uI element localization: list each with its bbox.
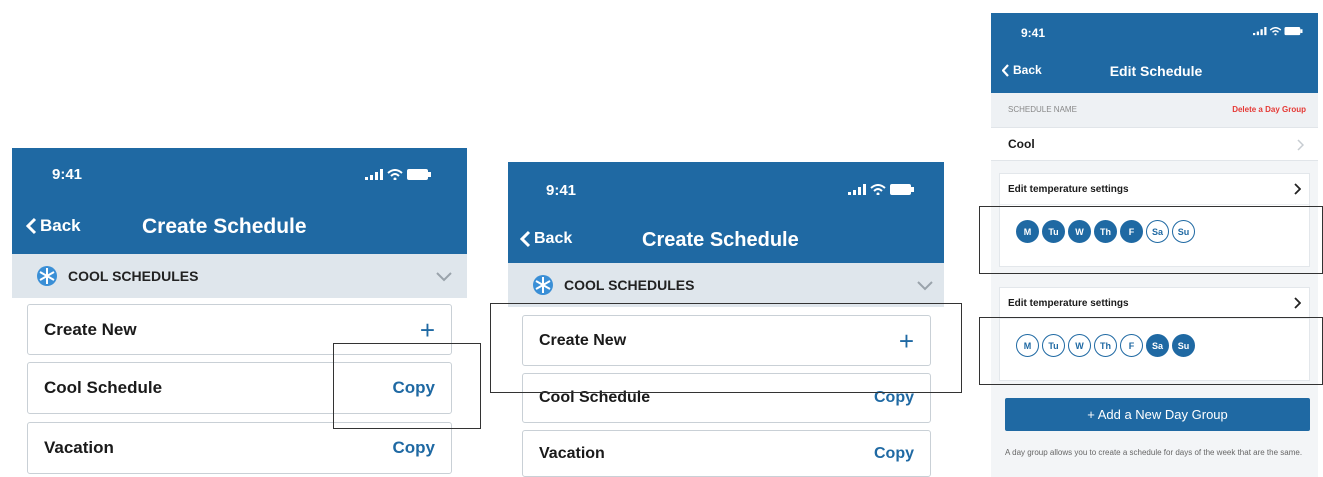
battery-icon [890, 184, 914, 195]
wifi-icon [387, 169, 403, 180]
item-label: Cool Schedule [44, 378, 163, 397]
schedule-name-value: Cool [1008, 137, 1035, 151]
highlight-weekend-group [979, 317, 1323, 385]
back-button[interactable]: Back [1002, 63, 1042, 77]
page-title: Edit Schedule [1109, 63, 1203, 79]
chevron-right-icon [1297, 139, 1304, 151]
edit-temperature-settings-row[interactable]: Edit temperature settings [1000, 288, 1309, 319]
item-label: Vacation [44, 438, 114, 457]
page-title: Create Schedule [142, 215, 307, 238]
chevron-down-icon [917, 281, 933, 291]
chevron-down-icon [436, 272, 452, 282]
back-label: Back [1013, 63, 1042, 77]
edit-temperature-settings-row[interactable]: Edit temperature settings [1000, 174, 1309, 205]
highlight-copy-button [333, 343, 481, 429]
status-time: 9:41 [546, 182, 577, 199]
battery-icon [407, 169, 431, 180]
schedule-name-field[interactable]: Cool [991, 127, 1318, 161]
chevron-left-icon [26, 217, 37, 235]
back-button[interactable]: Back [26, 216, 81, 236]
chevron-left-icon [520, 230, 531, 248]
status-icons [365, 169, 431, 180]
header-bar: 9:41 Back Create Schedule [12, 148, 467, 254]
signal-icon [365, 169, 383, 180]
chevron-right-icon [1294, 297, 1301, 309]
item-label: Vacation [539, 444, 605, 462]
schedule-name-label: SCHEDULE NAME [1008, 105, 1077, 114]
plus-icon[interactable]: + [420, 317, 435, 343]
edit-temperature-label: Edit temperature settings [1008, 184, 1129, 195]
back-button[interactable]: Back [520, 230, 572, 248]
item-label: Create New [44, 319, 137, 339]
vacation-item[interactable]: Vacation Copy [27, 422, 452, 474]
back-label: Back [40, 216, 81, 235]
back-label: Back [534, 230, 573, 247]
vacation-item[interactable]: Vacation Copy [522, 430, 931, 477]
wifi-icon [870, 184, 886, 195]
status-time: 9:41 [1021, 26, 1046, 40]
status-icons [1253, 27, 1303, 36]
chevron-left-icon [1002, 63, 1009, 77]
delete-day-group-link[interactable]: Delete a Day Group [1232, 105, 1306, 114]
header-bar: 9:41 Back Edit Schedule [991, 13, 1318, 93]
highlight-create-new [490, 303, 962, 393]
edit-temperature-label: Edit temperature settings [1008, 298, 1129, 309]
battery-icon [1284, 27, 1303, 36]
highlight-weekday-group [979, 206, 1323, 274]
signal-icon [848, 184, 866, 195]
section-header-cool-schedules[interactable]: COOL SCHEDULES [12, 254, 467, 298]
wifi-icon [1269, 27, 1282, 36]
snowflake-icon [533, 275, 553, 295]
snowflake-icon [37, 266, 57, 286]
day-group-footnote: A day group allows you to create a sched… [1005, 448, 1303, 457]
page-title: Create Schedule [642, 229, 799, 251]
header-bar: 9:41 Back Create Schedule [508, 162, 944, 263]
add-day-group-button[interactable]: + Add a New Day Group [1005, 398, 1310, 431]
schedule-name-header: SCHEDULE NAME Delete a Day Group [991, 93, 1318, 127]
copy-button[interactable]: Copy [874, 445, 914, 463]
section-label: COOL SCHEDULES [68, 268, 199, 284]
status-time: 9:41 [52, 166, 83, 183]
copy-button[interactable]: Copy [393, 438, 436, 458]
status-icons [848, 184, 914, 195]
section-header-cool-schedules[interactable]: COOL SCHEDULES [508, 263, 944, 307]
chevron-right-icon [1294, 183, 1301, 195]
signal-icon [1253, 27, 1267, 36]
section-label: COOL SCHEDULES [564, 277, 695, 293]
